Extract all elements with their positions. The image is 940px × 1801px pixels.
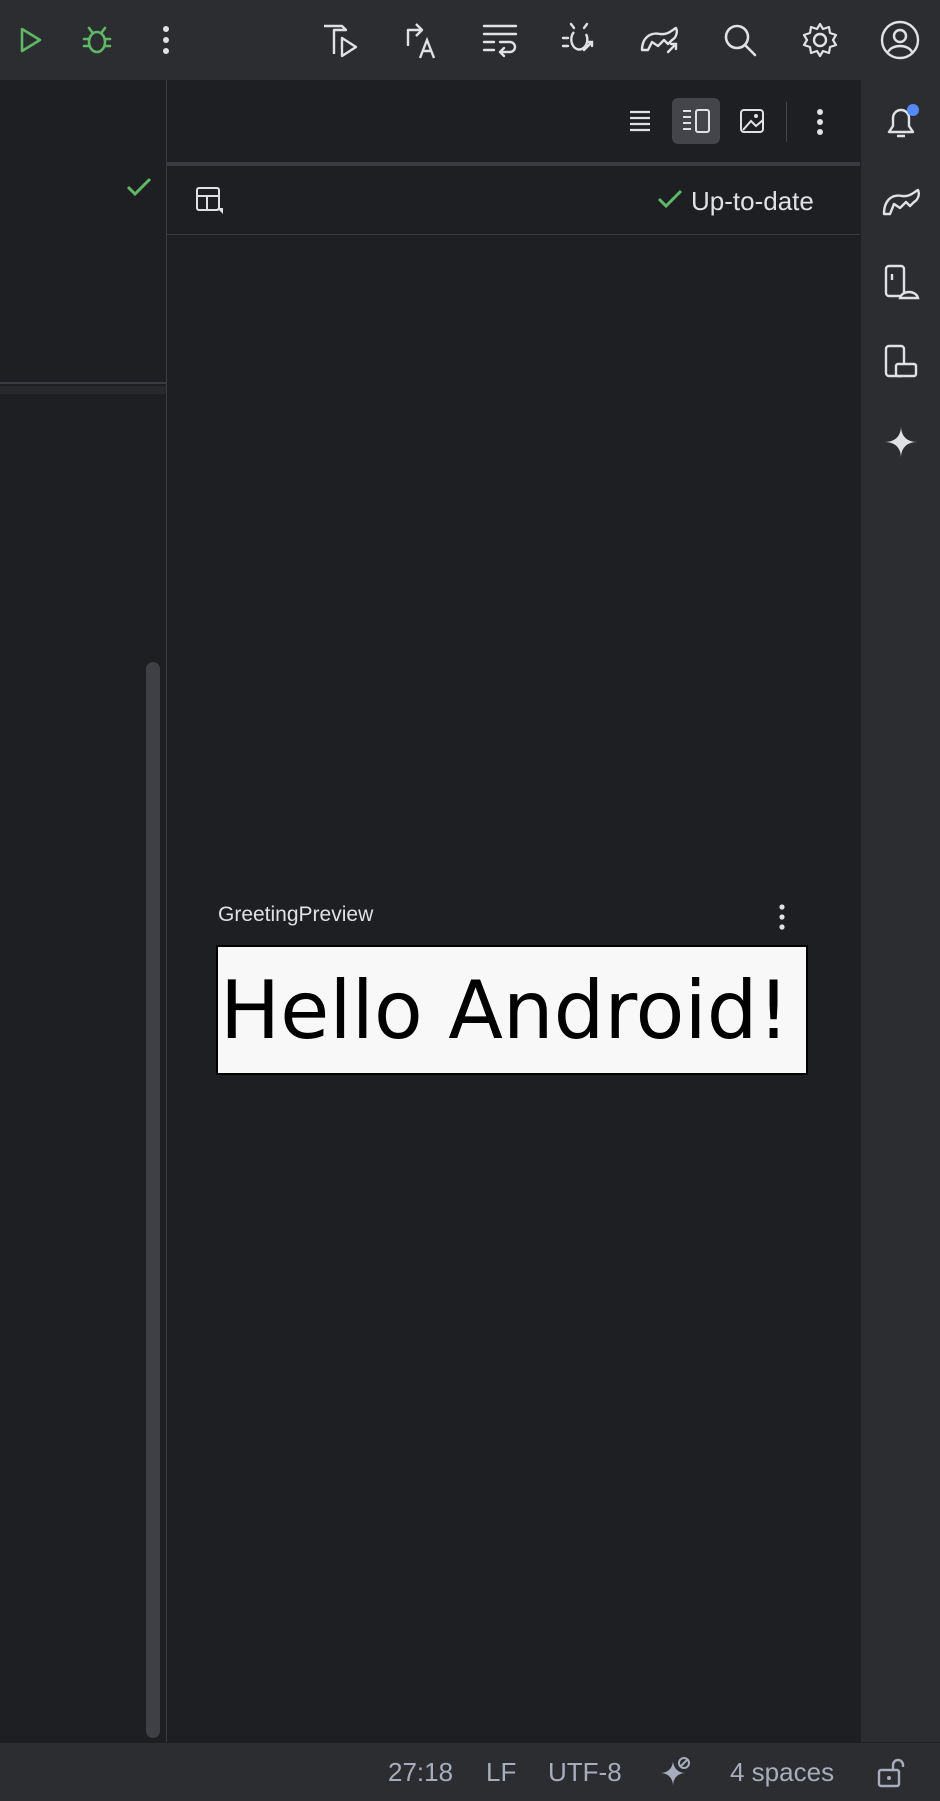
gemini-icon[interactable] xyxy=(877,418,925,466)
indent-setting[interactable]: 4 spaces xyxy=(730,1743,834,1801)
split-view-icon[interactable] xyxy=(672,98,720,144)
editor-separator xyxy=(0,382,166,384)
status-bar: 27:18 LF UTF-8 4 spaces xyxy=(0,1742,940,1801)
editor-line-highlight xyxy=(0,386,166,394)
bug-sync-icon[interactable] xyxy=(556,16,604,64)
debug-icon[interactable] xyxy=(73,16,121,64)
gradle-sync-icon[interactable] xyxy=(636,16,684,64)
preview-composable-name: GreetingPreview xyxy=(218,903,374,926)
account-icon[interactable] xyxy=(876,16,924,64)
toolbar-separator xyxy=(786,102,787,142)
preview-header: Up-to-date xyxy=(167,166,860,235)
ai-assist-icon[interactable] xyxy=(660,1756,692,1793)
layout-toggle-icon[interactable] xyxy=(195,186,227,223)
device-manager-icon[interactable] xyxy=(877,338,925,386)
lock-icon[interactable] xyxy=(876,1756,906,1793)
sync-icon[interactable] xyxy=(476,16,524,64)
build-run-icon[interactable] xyxy=(316,16,364,64)
greeting-text: Hello Android! xyxy=(220,964,790,1057)
design-view-icon[interactable] xyxy=(736,100,768,142)
code-view-icon[interactable] xyxy=(624,100,656,142)
main-toolbar xyxy=(0,0,940,80)
run-icon[interactable] xyxy=(6,16,54,64)
more-vertical-icon[interactable] xyxy=(142,16,190,64)
search-icon[interactable] xyxy=(716,16,764,64)
editor-scrollbar[interactable] xyxy=(146,662,160,1738)
more-vertical-icon[interactable] xyxy=(808,104,832,140)
cursor-position[interactable]: 27:18 xyxy=(388,1743,453,1801)
inspection-ok-icon xyxy=(126,176,152,203)
preview-render[interactable]: Hello Android! xyxy=(216,945,808,1075)
file-encoding[interactable]: UTF-8 xyxy=(548,1743,622,1801)
line-separator[interactable]: LF xyxy=(486,1743,516,1801)
preview-status-label: Up-to-date xyxy=(691,185,814,216)
notifications-icon[interactable] xyxy=(877,98,925,146)
translate-icon[interactable] xyxy=(396,16,444,64)
running-devices-icon[interactable] xyxy=(877,258,925,306)
preview-more-icon[interactable] xyxy=(772,900,792,934)
right-tool-window-bar xyxy=(860,80,940,1742)
gradle-icon[interactable] xyxy=(877,178,925,226)
preview-status: Up-to-date xyxy=(657,184,814,218)
up-to-date-check-icon xyxy=(657,188,683,215)
settings-icon[interactable] xyxy=(796,16,844,64)
code-editor-pane[interactable] xyxy=(0,80,167,1742)
